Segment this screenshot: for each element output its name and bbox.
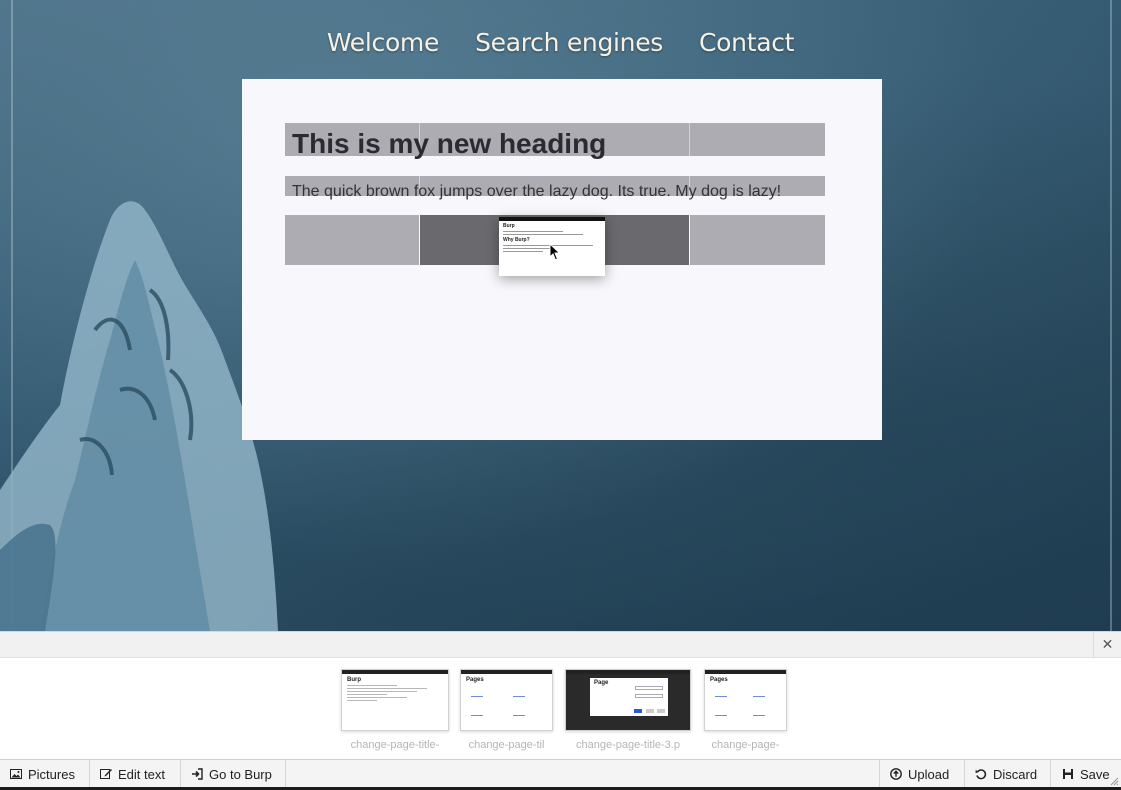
grid-divider: [689, 123, 690, 156]
mini-link: [715, 715, 727, 716]
image-drop-zone-right[interactable]: [690, 215, 825, 265]
picture-drawer: ✕ Burp Pages Page Pages: [0, 631, 1121, 759]
thumbnail-4[interactable]: Pages: [704, 669, 787, 731]
mini-link: [471, 715, 483, 716]
mini-input: [635, 686, 663, 690]
mini-link: [715, 696, 727, 697]
mini-line: [347, 697, 407, 698]
upload-button[interactable]: Upload: [880, 760, 959, 788]
edit-icon: [100, 769, 112, 779]
thumbnail-title: Pages: [466, 677, 484, 683]
mini-line: [347, 685, 397, 686]
mouse-cursor-icon: [549, 243, 561, 261]
pictures-label: Pictures: [28, 766, 75, 782]
mini-button: [657, 709, 665, 713]
mini-line: [347, 691, 417, 692]
edit-text-label: Edit text: [118, 766, 165, 782]
nav-link-welcome[interactable]: Welcome: [327, 28, 440, 57]
sign-in-icon: [192, 768, 203, 780]
discard-label: Discard: [993, 766, 1038, 782]
save-label: Save: [1080, 766, 1110, 782]
go-to-burp-label: Go to Burp: [209, 766, 272, 782]
mini-line: [503, 231, 563, 232]
mini-line: [347, 688, 427, 689]
mini-title: Burp: [503, 223, 515, 229]
mini-navbar: [342, 670, 448, 674]
thumbnail-label: change-page-title-: [350, 739, 440, 751]
mini-links: [705, 685, 786, 730]
top-navigation: Welcome Search engines Contact: [0, 28, 1121, 57]
resize-grip-icon[interactable]: [1110, 777, 1119, 786]
thumbnail-label: change-page-: [711, 739, 780, 751]
upload-icon: [890, 768, 902, 780]
thumbnail-2[interactable]: Pages: [460, 669, 553, 731]
frame-line-right: [1110, 0, 1112, 631]
thumbnail-3[interactable]: Page: [565, 669, 691, 731]
thumbnail-title: Pages: [710, 677, 728, 683]
mini-line: [347, 700, 377, 701]
mini-link: [513, 715, 526, 716]
thumbnail-label: change-page-title-3.p: [576, 739, 680, 751]
nav-link-search-engines[interactable]: Search engines: [475, 28, 663, 57]
discard-button[interactable]: Discard: [965, 760, 1047, 788]
pictures-button[interactable]: Pictures: [0, 760, 85, 788]
mini-line: [347, 694, 387, 695]
floppy-disk-icon: [1063, 769, 1073, 779]
mini-navbar: [499, 217, 605, 221]
toolbar-divider: [1050, 760, 1051, 788]
mini-button: [634, 709, 642, 713]
go-to-burp-button[interactable]: Go to Burp: [181, 760, 282, 788]
mini-button: [646, 709, 654, 713]
mini-line: [503, 251, 543, 252]
close-icon[interactable]: ✕: [1093, 632, 1121, 658]
mini-links: [461, 685, 552, 730]
edit-text-button[interactable]: Edit text: [90, 760, 175, 788]
mini-input: [635, 694, 663, 698]
mini-line: [503, 234, 583, 235]
thumbnail-label: change-page-til: [468, 739, 545, 751]
mini-line: [503, 245, 593, 246]
mini-dialog: Page: [590, 678, 668, 716]
toolbar-divider: [285, 760, 286, 788]
image-drop-zone-left[interactable]: [285, 215, 419, 265]
undo-icon: [975, 769, 987, 780]
page-body-text: The quick brown fox jumps over the lazy …: [292, 183, 782, 200]
editor-toolbar: Pictures Edit text Go to Burp Upload Dis…: [0, 759, 1121, 788]
mini-navbar: [461, 670, 552, 674]
mini-navbar: [566, 670, 690, 674]
image-icon: [10, 769, 22, 779]
mini-navbar: [705, 670, 786, 674]
nav-link-contact[interactable]: Contact: [699, 28, 794, 57]
mini-link: [753, 696, 766, 697]
mini-link: [753, 715, 766, 716]
page-heading: This is my new heading: [292, 128, 607, 159]
thumbnail-1[interactable]: Burp: [341, 669, 449, 731]
mini-link: [513, 696, 526, 697]
upload-label: Upload: [908, 766, 950, 782]
mini-line: [503, 248, 553, 249]
drawer-header: [0, 632, 1121, 658]
thumbnail-title: Burp: [347, 677, 361, 683]
mini-link: [471, 696, 483, 697]
